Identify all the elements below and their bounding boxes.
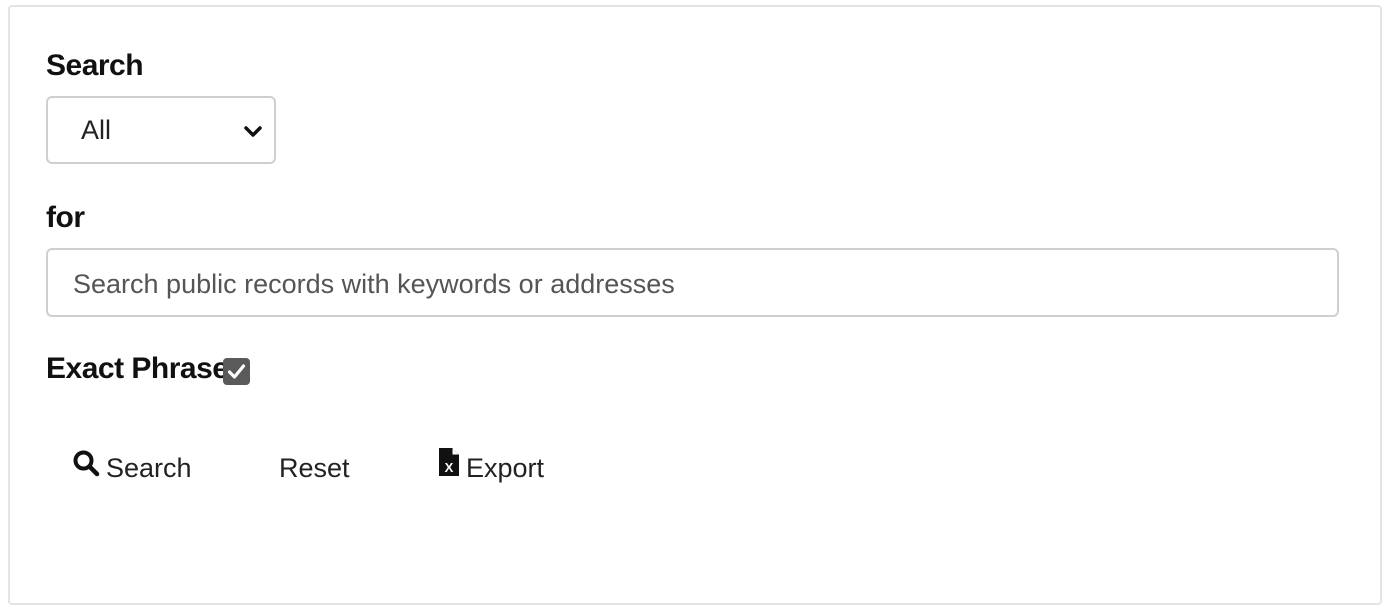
query-label: for: [46, 201, 85, 234]
svg-text:X: X: [445, 460, 454, 475]
search-scope-selected-value: All: [81, 115, 112, 145]
chevron-down-icon: [242, 120, 264, 142]
search-button[interactable]: Search: [72, 448, 192, 488]
search-button-label: Search: [106, 453, 192, 483]
excel-file-icon: X: [438, 447, 460, 488]
reset-button-label: Reset: [279, 453, 350, 483]
export-button-label: Export: [466, 453, 545, 483]
exact-phrase-checkbox[interactable]: [223, 358, 250, 385]
export-button[interactable]: X Export: [438, 448, 544, 488]
exact-phrase-label: Exact Phrase: [46, 352, 229, 385]
search-scope-select[interactable]: All: [46, 96, 276, 164]
search-query-placeholder: Search public records with keywords or a…: [73, 269, 675, 299]
search-query-input[interactable]: Search public records with keywords or a…: [46, 248, 1339, 317]
search-icon: [72, 448, 100, 488]
reset-button[interactable]: Reset: [279, 448, 350, 488]
checkmark-icon: [227, 364, 246, 379]
search-scope-label: Search: [46, 49, 144, 82]
